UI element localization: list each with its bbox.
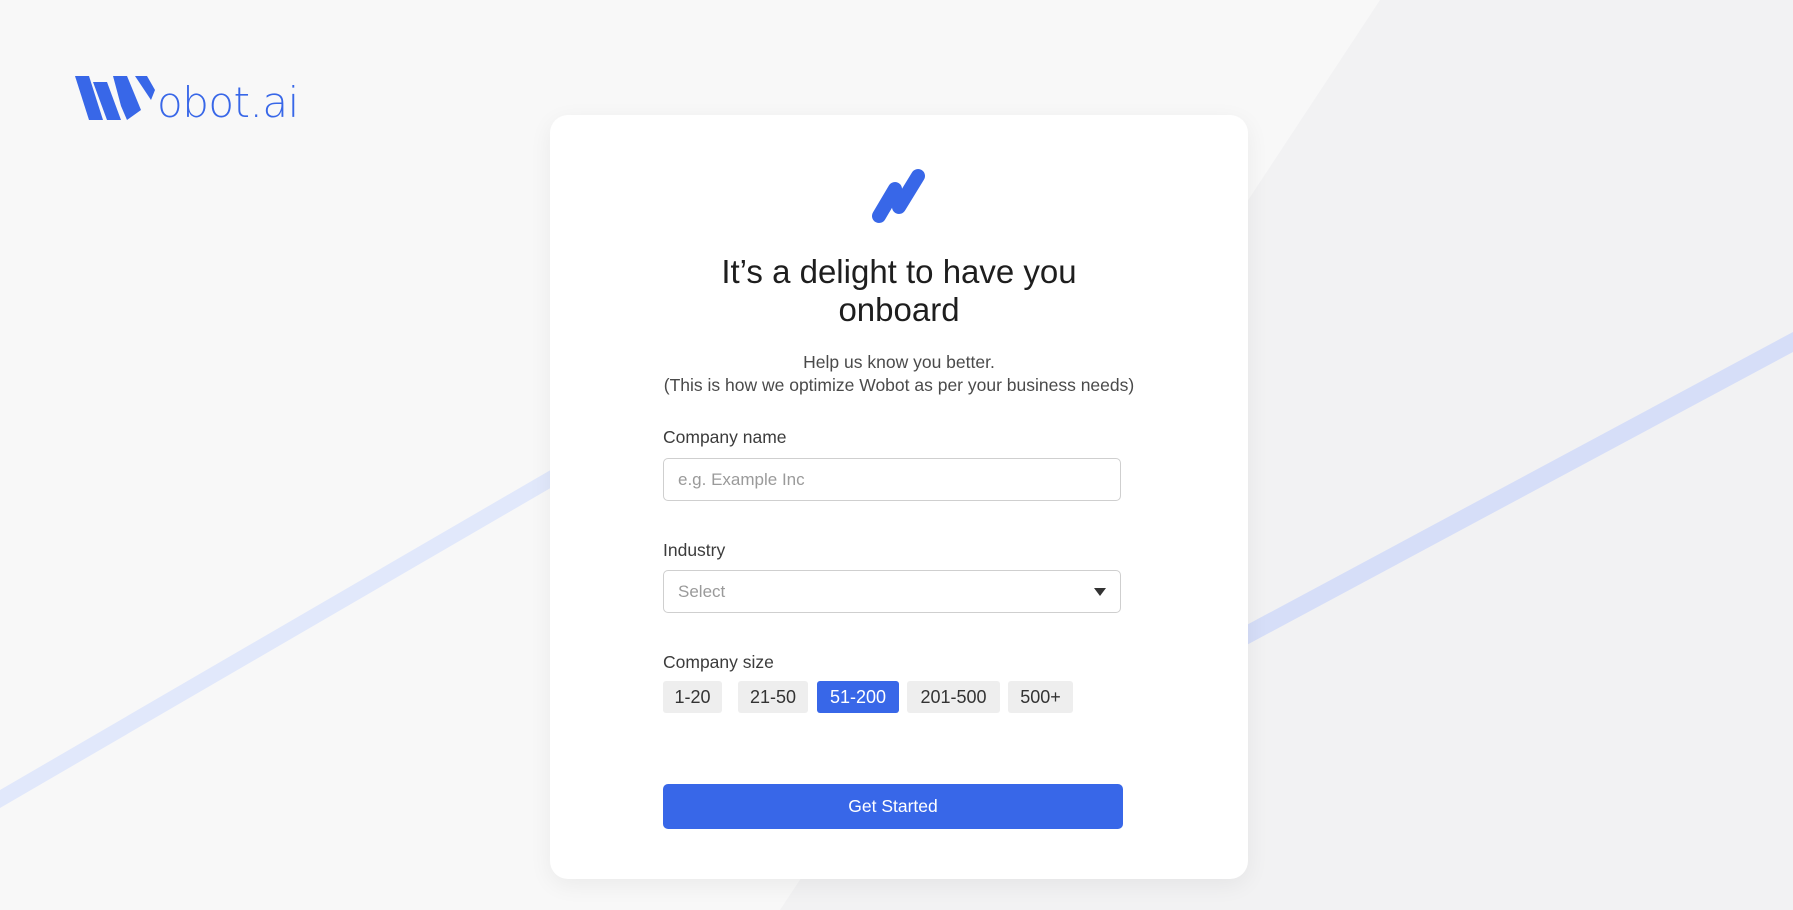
page-title: It’s a delight to have you onboard (550, 253, 1248, 329)
company-size-option-201-500[interactable]: 201-500 (907, 681, 1000, 713)
onboarding-card: It’s a delight to have you onboard Help … (550, 115, 1248, 879)
industry-select[interactable]: Select (663, 570, 1121, 613)
brand-logo: obot.ai (75, 72, 299, 127)
get-started-button[interactable]: Get Started (663, 784, 1123, 829)
company-size-options: 1-20 21-50 51-200 201-500 500+ (663, 681, 1073, 713)
company-size-label: Company size (663, 652, 774, 672)
company-name-label: Company name (663, 427, 787, 447)
company-size-option-21-50[interactable]: 21-50 (738, 681, 808, 713)
brand-wordmark: obot.ai (157, 78, 299, 127)
wobot-mark-icon (872, 169, 925, 223)
company-size-option-51-200[interactable]: 51-200 (817, 681, 899, 713)
industry-select-value: Select (678, 581, 726, 601)
page-subtitle-line-2: (This is how we optimize Wobot as per yo… (663, 375, 1135, 395)
wobot-w-logo-icon (75, 76, 155, 120)
company-size-option-500-plus[interactable]: 500+ (1008, 681, 1073, 713)
company-size-option-1-20[interactable]: 1-20 (663, 681, 722, 713)
industry-label: Industry (663, 540, 726, 560)
page-title-line-1: It’s a delight to have you (721, 253, 1077, 290)
page-title-line-2: onboard (838, 291, 960, 328)
page-subtitle-line-1: Help us know you better. (803, 352, 995, 372)
page-subtitle: Help us know you better. (This is how we… (550, 351, 1248, 397)
caret-down-icon (1094, 587, 1106, 596)
company-name-input[interactable] (663, 458, 1121, 501)
